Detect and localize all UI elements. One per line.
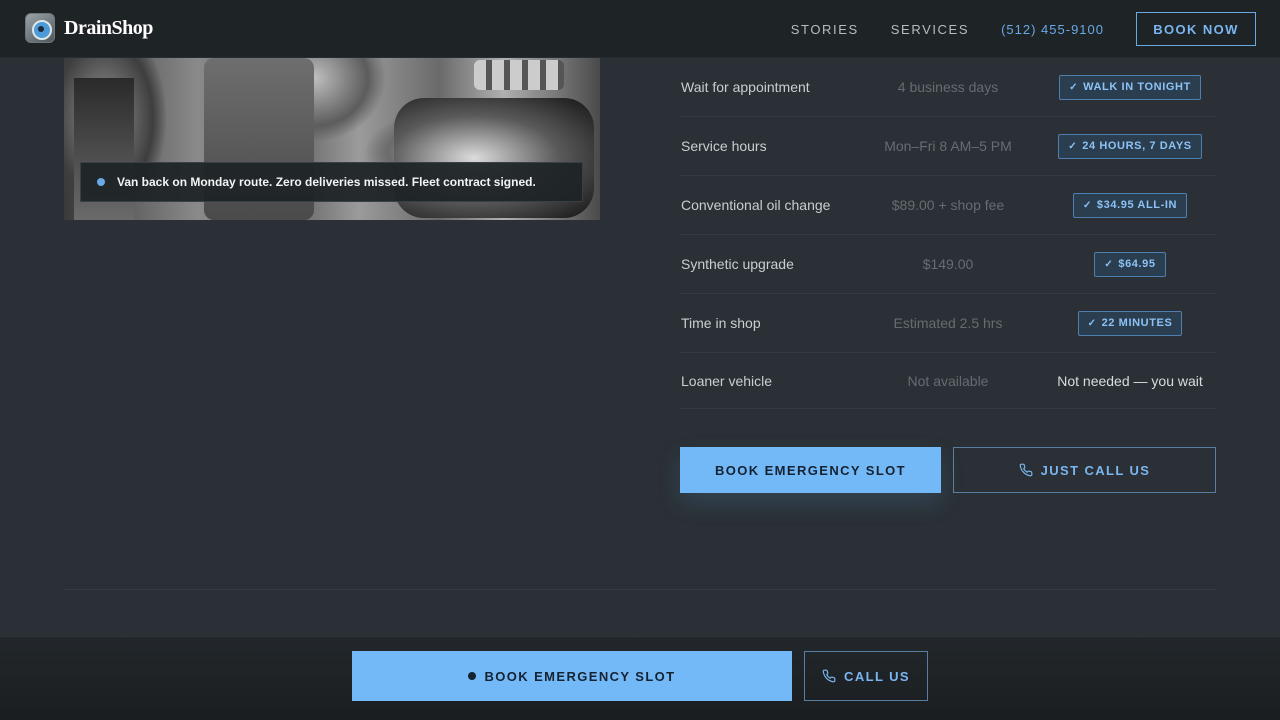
row-new-value: ✓ $34.95 ALL-IN xyxy=(1044,176,1216,234)
phone-icon xyxy=(822,669,836,683)
badge-label: $34.95 ALL-IN xyxy=(1096,199,1178,211)
photo-caption: Van back on Monday route. Zero deliverie… xyxy=(80,162,583,202)
sticky-call-us-button[interactable]: CALL US xyxy=(804,651,928,701)
site-header: DrainShop STORIES SERVICES (512) 455-910… xyxy=(0,0,1280,58)
row-label: Service hours xyxy=(681,138,767,154)
photo-parts-rack xyxy=(474,60,564,90)
row-label: Synthetic upgrade xyxy=(681,256,794,272)
nav-phone-link[interactable]: (512) 455-9100 xyxy=(1001,22,1104,37)
comparison-table: Wait for appointment 4 business days ✓ WA… xyxy=(680,58,1216,409)
table-row: Time in shop Estimated 2.5 hrs ✓ 22 MINUT… xyxy=(680,294,1216,353)
brand-name: DrainShop xyxy=(64,16,153,39)
row-old-value: 4 business days xyxy=(897,79,999,95)
sticky-call-label: CALL US xyxy=(844,668,910,684)
table-row: Wait for appointment 4 business days ✓ WA… xyxy=(680,58,1216,117)
advantage-badge: ✓ 24 HOURS, 7 DAYS xyxy=(1058,133,1202,159)
table-row: Synthetic upgrade $149.00 ✓ $64.95 xyxy=(680,235,1216,294)
row-new-value: ✓ 22 MINUTES xyxy=(1044,294,1216,352)
nav-stories[interactable]: STORIES xyxy=(791,22,859,37)
caption-dot-icon xyxy=(97,178,105,186)
check-icon: ✓ xyxy=(1068,140,1078,152)
caption-text: Van back on Monday route. Zero deliverie… xyxy=(117,175,536,189)
badge-label: WALK IN TONIGHT xyxy=(1083,81,1191,93)
table-row: Service hours Mon–Fri 8 AM–5 PM ✓ 24 HOUR… xyxy=(680,117,1216,176)
phone-icon xyxy=(1019,463,1033,477)
row-label: Time in shop xyxy=(681,315,761,331)
brand-logo[interactable]: DrainShop xyxy=(25,13,153,43)
main-nav: STORIES SERVICES (512) 455-9100 BOOK NOW xyxy=(791,12,1256,46)
badge-label: 24 HOURS, 7 DAYS xyxy=(1082,140,1192,152)
mechanic-photo: Van back on Monday route. Zero deliverie… xyxy=(64,58,600,220)
advantage-badge: ✓ $64.95 xyxy=(1094,251,1166,277)
row-new-value: ✓ 24 HOURS, 7 DAYS xyxy=(1044,117,1216,175)
check-icon: ✓ xyxy=(1082,199,1092,211)
advantage-badge: ✓ $34.95 ALL-IN xyxy=(1072,192,1188,218)
table-row: Loaner vehicle Not available Not needed … xyxy=(680,353,1216,409)
check-icon: ✓ xyxy=(1104,258,1114,270)
row-new-value: ✓ WALK IN TONIGHT xyxy=(1044,58,1216,116)
badge-label: 22 MINUTES xyxy=(1101,317,1173,329)
row-label: Loaner vehicle xyxy=(681,372,773,389)
row-old-value: $89.00 + shop fee xyxy=(891,197,1005,213)
row-label: Wait for appointment xyxy=(681,79,810,95)
check-icon: ✓ xyxy=(1069,81,1079,93)
row-old-value: $149.00 xyxy=(922,256,974,272)
sticky-cta-bar: BOOK EMERGENCY SLOT CALL US xyxy=(0,636,1280,720)
row-new-value: Not needed — you wait xyxy=(1044,353,1216,408)
row-new-text: Not needed — you wait xyxy=(1057,372,1203,389)
section-divider xyxy=(64,589,1216,590)
nav-services[interactable]: SERVICES xyxy=(891,22,969,37)
drain-logo-icon xyxy=(25,13,55,43)
just-call-us-button[interactable]: JUST CALL US xyxy=(953,447,1216,493)
table-row: Conventional oil change $89.00 + shop fe… xyxy=(680,176,1216,235)
book-emergency-slot-button[interactable]: BOOK EMERGENCY SLOT xyxy=(680,447,941,493)
advantage-badge: ✓ 22 MINUTES xyxy=(1077,310,1183,336)
badge-label: $64.95 xyxy=(1118,258,1156,270)
row-new-value: ✓ $64.95 xyxy=(1044,235,1216,293)
dot-icon xyxy=(468,672,477,680)
advantage-badge: ✓ WALK IN TONIGHT xyxy=(1059,74,1201,100)
book-now-button[interactable]: BOOK NOW xyxy=(1136,12,1256,46)
check-icon: ✓ xyxy=(1087,317,1097,329)
row-old-value: Mon–Fri 8 AM–5 PM xyxy=(884,138,1012,154)
row-label: Conventional oil change xyxy=(681,197,831,213)
sticky-emergency-label: BOOK EMERGENCY SLOT xyxy=(484,668,676,684)
sticky-book-emergency-button[interactable]: BOOK EMERGENCY SLOT xyxy=(352,651,792,701)
row-old-value: Not available xyxy=(907,372,989,389)
just-call-us-label: JUST CALL US xyxy=(1040,462,1151,478)
row-old-value: Estimated 2.5 hrs xyxy=(893,315,1003,331)
